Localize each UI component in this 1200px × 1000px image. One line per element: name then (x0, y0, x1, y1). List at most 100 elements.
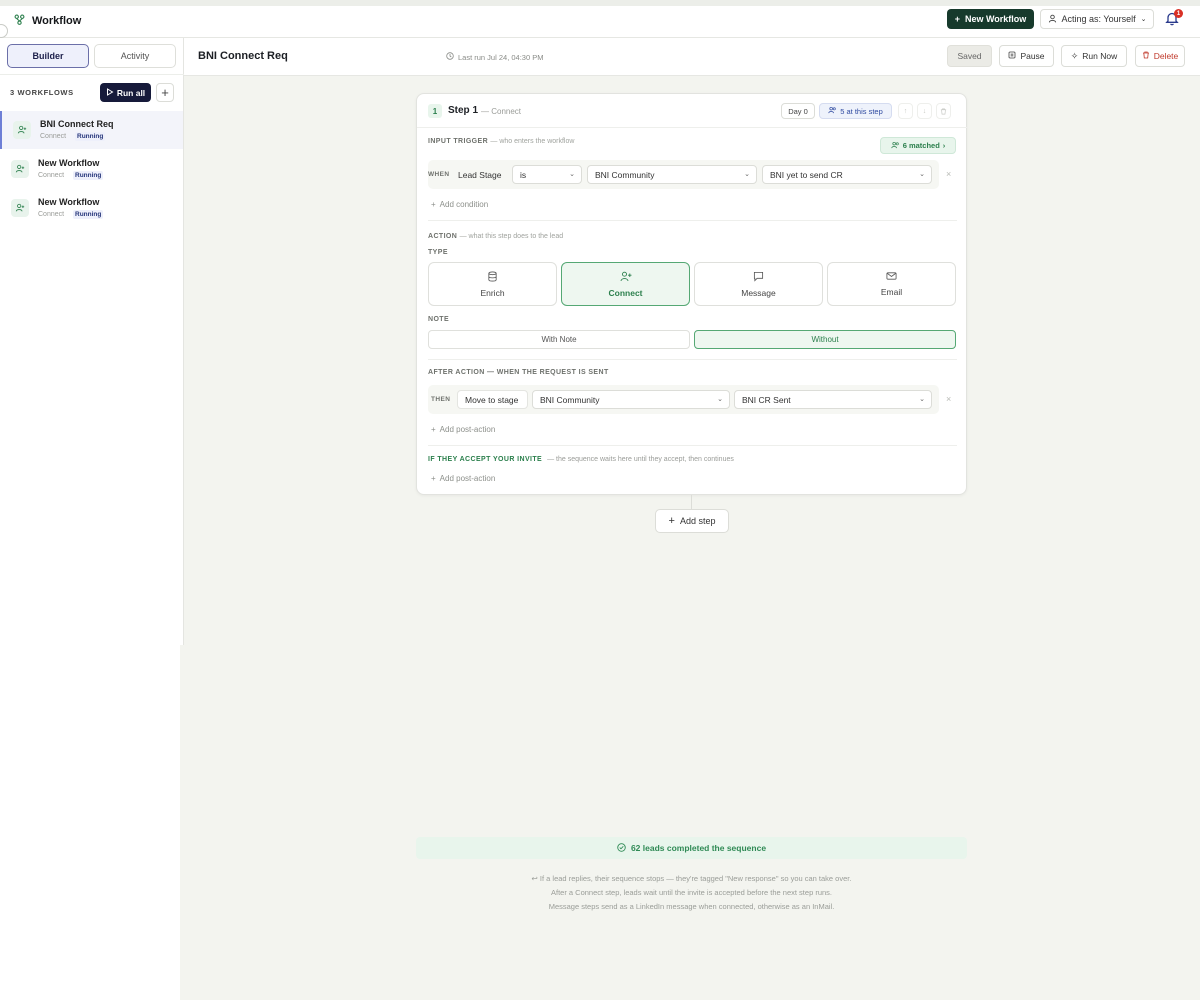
post-sub-stage-select[interactable]: BNI CR Sent ⌄ (734, 390, 932, 409)
new-workflow-label: New Workflow (964, 14, 1027, 24)
acting-as-label: Acting as: Yourself (1061, 14, 1136, 24)
type-label: TYPE (428, 249, 448, 256)
remove-condition-icon[interactable]: × (946, 169, 951, 179)
input-trigger-title: INPUT TRIGGER (428, 138, 489, 145)
pause-label: Pause (1020, 51, 1045, 61)
add-step-button[interactable]: + Add step (655, 509, 729, 533)
type-connect-button[interactable]: Connect (561, 262, 690, 306)
action-label: ACTION — what this step does to the lead (428, 233, 563, 240)
type-message-button[interactable]: Message (694, 262, 823, 306)
plus-icon: + (431, 425, 436, 434)
chevron-down-icon: ⌄ (919, 171, 925, 178)
delete-button[interactable]: Delete (1135, 45, 1185, 67)
check-circle-icon (617, 842, 626, 854)
condition-field[interactable]: Lead Stage (458, 170, 501, 180)
note-with-button[interactable]: With Note (428, 330, 690, 349)
at-step-badge[interactable]: 5 at this step (819, 103, 892, 119)
user-icon (1048, 14, 1057, 25)
note-line: ↩ If a lead replies, their sequence stop… (416, 872, 967, 886)
workflow-type: Connect (40, 133, 67, 140)
card-divider (417, 127, 968, 128)
clock-icon (446, 52, 454, 62)
move-up-icon[interactable]: ↑ (898, 103, 913, 119)
stage-select[interactable]: BNI Community ⌄ (587, 165, 757, 184)
chevron-down-icon: ⌄ (744, 171, 750, 178)
reply-icon: ↩ (531, 874, 540, 883)
connect-icon (13, 121, 31, 139)
move-down-icon[interactable]: ↓ (917, 103, 932, 119)
workflow-name: BNI Connect Req (40, 119, 114, 129)
plus-icon: + (668, 515, 675, 527)
input-trigger-subtitle: — who enters the workflow (490, 138, 575, 145)
add-post-action-accept-button[interactable]: + Add post-action (431, 474, 495, 483)
after-action-label: AFTER ACTION — WHEN THE REQUEST IS SENT (428, 369, 609, 376)
chevron-down-icon: ⌄ (919, 396, 925, 403)
add-step-label: Add step (679, 516, 716, 526)
day-badge: Day 0 (781, 103, 815, 119)
saved-button[interactable]: Saved (947, 45, 992, 67)
last-run: Last run Jul 24, 04:30 PM (446, 52, 543, 62)
action-subtitle: — what this step does to the lead (459, 233, 564, 240)
chevron-down-icon: ⌄ (717, 396, 723, 403)
section-divider (428, 359, 957, 360)
status-badge: Running (73, 210, 104, 219)
plus-icon: + (431, 200, 436, 209)
pause-button[interactable]: Pause (999, 45, 1054, 67)
sidebar-divider (0, 74, 184, 75)
sub-stage-value: BNI yet to send CR (770, 169, 843, 180)
note-without-button[interactable]: Without (694, 330, 956, 349)
step-card: 1 Step 1 — Connect Day 0 5 at this step … (416, 93, 968, 495)
sub-stage-select[interactable]: BNI yet to send CR ⌄ (762, 165, 932, 184)
type-email-button[interactable]: Email (827, 262, 956, 306)
users-icon (891, 141, 900, 151)
completed-banner: 62 leads completed the sequence (416, 837, 967, 859)
new-workflow-button[interactable]: + New Workflow (947, 9, 1034, 29)
tab-activity[interactable]: Activity (94, 44, 176, 68)
page-title: BNI Connect Req (198, 50, 288, 62)
operator-select[interactable]: is ⌄ (512, 165, 582, 184)
pause-icon (1008, 51, 1016, 61)
workflow-type: Connect (38, 172, 65, 179)
trash-icon (1142, 51, 1150, 61)
users-icon (828, 106, 837, 116)
user-plus-icon (620, 271, 632, 284)
run-now-button[interactable]: ✧ Run Now (1061, 45, 1127, 67)
post-stage-value: BNI Community (540, 394, 600, 405)
tab-builder[interactable]: Builder (7, 44, 89, 68)
database-icon (487, 271, 498, 284)
workflow-list-item[interactable]: BNI Connect Req Connect Running (0, 111, 183, 149)
post-action-type-value: Move to stage (465, 394, 519, 405)
matched-button[interactable]: 6 matched › (880, 137, 956, 154)
add-post-action-button[interactable]: + Add post-action (431, 425, 495, 434)
collapse-toggle[interactable] (0, 24, 8, 38)
chevron-right-icon: › (942, 141, 946, 150)
status-badge: Running (73, 171, 104, 180)
workflow-list-item[interactable]: New Workflow Connect Running (0, 189, 183, 227)
connect-icon (11, 199, 29, 217)
post-action-type[interactable]: Move to stage (457, 390, 528, 409)
sidebar-tabs: Builder Activity (7, 44, 176, 68)
accept-invite-title: IF THEY ACCEPT YOUR INVITE (428, 456, 543, 463)
remove-post-action-icon[interactable]: × (946, 394, 951, 404)
run-all-button[interactable]: Run all (100, 83, 151, 102)
workflow-type: Connect (38, 211, 65, 218)
add-condition-label: Add condition (439, 200, 489, 209)
type-enrich-button[interactable]: Enrich (428, 262, 557, 306)
accept-invite-subtitle: — the sequence waits here until they acc… (547, 456, 734, 463)
run-now-label: Run Now (1082, 51, 1118, 61)
add-condition-button[interactable]: + Add condition (431, 200, 488, 209)
type-enrich-label: Enrich (480, 287, 505, 298)
type-email-label: Email (880, 287, 903, 297)
add-workflow-button[interactable]: + (156, 83, 174, 102)
workflow-list-item[interactable]: New Workflow Connect Running (0, 150, 183, 188)
post-stage-select[interactable]: BNI Community ⌄ (532, 390, 730, 409)
top-bar: Workflow + New Workflow Acting as: Yours… (0, 6, 1200, 38)
add-post-action-label: Add post-action (439, 425, 496, 434)
chevron-down-icon: ⌄ (569, 171, 575, 178)
trash-icon[interactable] (936, 103, 951, 119)
section-divider (428, 445, 957, 446)
workflow-name: New Workflow (38, 158, 100, 168)
accept-invite-label: IF THEY ACCEPT YOUR INVITE — the sequenc… (428, 456, 734, 463)
stage-value: BNI Community (595, 169, 655, 180)
acting-as-dropdown[interactable]: Acting as: Yourself ⌄ (1040, 9, 1154, 29)
